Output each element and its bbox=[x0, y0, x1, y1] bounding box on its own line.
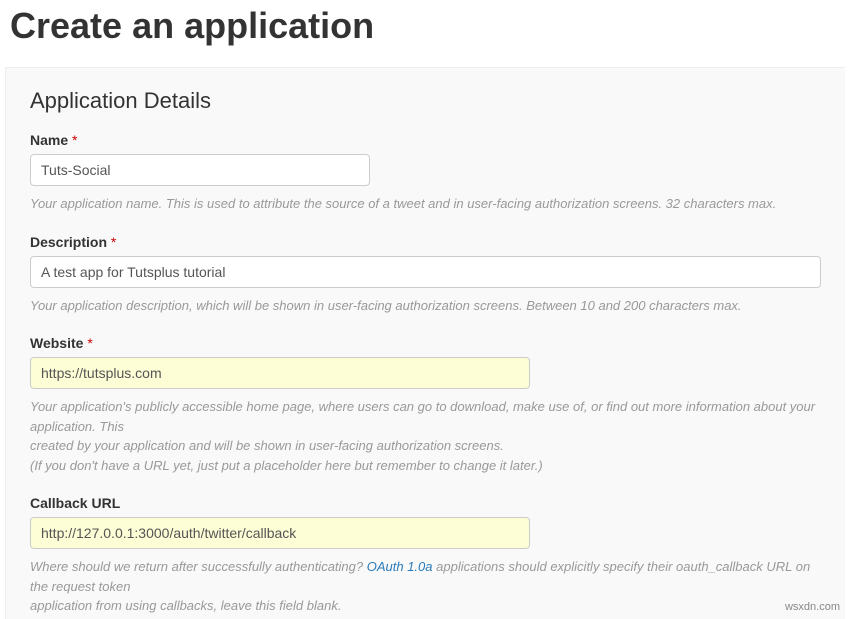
required-marker: * bbox=[72, 132, 77, 148]
website-help: Your application's publicly accessible h… bbox=[30, 397, 821, 475]
website-field-group: Website * Your application's publicly ac… bbox=[30, 335, 821, 475]
watermark: wsxdn.com bbox=[785, 601, 840, 613]
page-title: Create an application bbox=[10, 5, 840, 47]
callback-label: Callback URL bbox=[30, 495, 821, 511]
website-input[interactable] bbox=[30, 357, 530, 389]
callback-help-line2: application from using callbacks, leave … bbox=[30, 598, 341, 613]
name-label: Name * bbox=[30, 132, 821, 148]
panel-title: Application Details bbox=[30, 88, 821, 114]
name-help: Your application name. This is used to a… bbox=[30, 194, 821, 214]
description-input[interactable] bbox=[30, 256, 821, 288]
website-label: Website * bbox=[30, 335, 821, 351]
required-marker: * bbox=[111, 234, 116, 250]
description-label: Description * bbox=[30, 234, 821, 250]
website-help-line1: Your application's publicly accessible h… bbox=[30, 399, 815, 434]
description-field-group: Description * Your application descripti… bbox=[30, 234, 821, 316]
website-label-text: Website bbox=[30, 335, 83, 351]
name-input[interactable] bbox=[30, 154, 370, 186]
required-marker: * bbox=[87, 335, 92, 351]
callback-help-pre: Where should we return after successfull… bbox=[30, 559, 367, 574]
callback-field-group: Callback URL Where should we return afte… bbox=[30, 495, 821, 616]
description-label-text: Description bbox=[30, 234, 107, 250]
callback-label-text: Callback URL bbox=[30, 495, 120, 511]
application-details-panel: Application Details Name * Your applicat… bbox=[5, 67, 845, 619]
oauth-link[interactable]: OAuth 1.0a bbox=[367, 559, 433, 574]
callback-help: Where should we return after successfull… bbox=[30, 557, 821, 616]
name-label-text: Name bbox=[30, 132, 68, 148]
description-help: Your application description, which will… bbox=[30, 296, 821, 316]
website-help-line3: (If you don't have a URL yet, just put a… bbox=[30, 458, 543, 473]
name-field-group: Name * Your application name. This is us… bbox=[30, 132, 821, 214]
callback-input[interactable] bbox=[30, 517, 530, 549]
website-help-line2: created by your application and will be … bbox=[30, 438, 504, 453]
